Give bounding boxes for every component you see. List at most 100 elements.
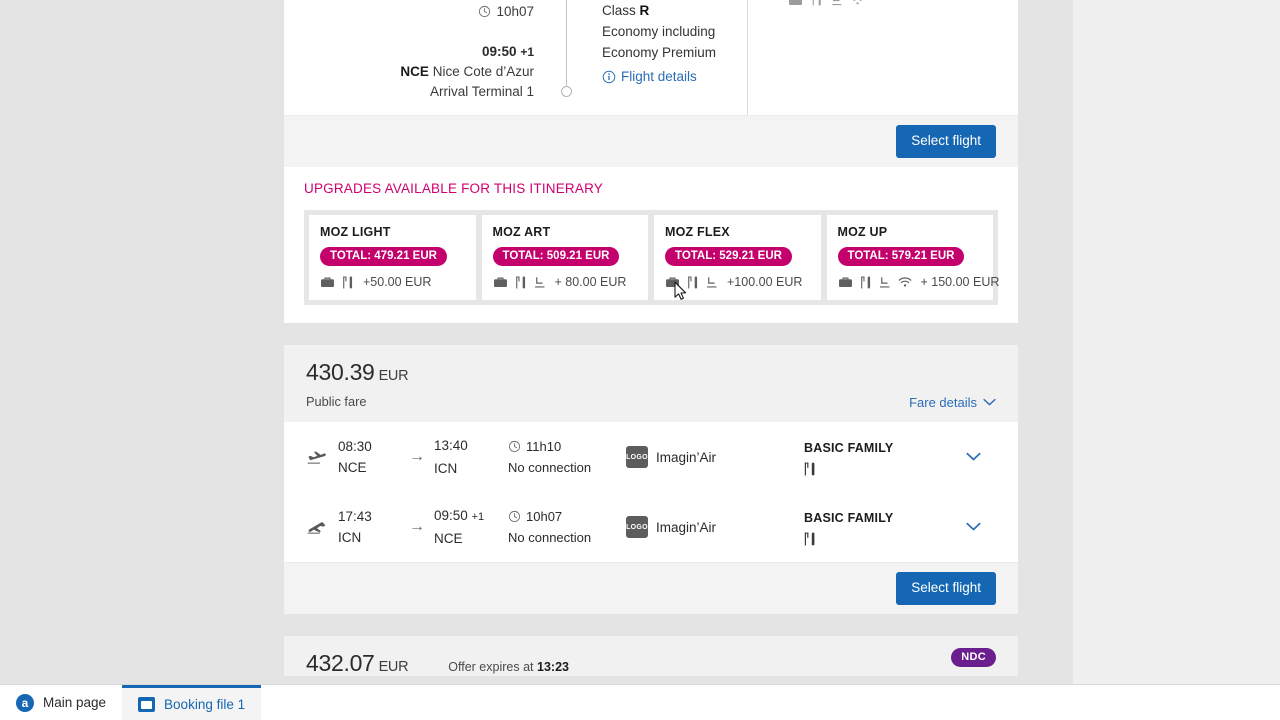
segment-departure-code: ICN — [338, 530, 362, 545]
upgrade-price: + 150.00 EUR — [920, 275, 1000, 289]
timeline-line — [566, 0, 567, 90]
flight-details-link[interactable]: Flight details — [602, 66, 747, 87]
taskbar-item-main-page-label: Main page — [43, 695, 107, 710]
class-label: Class — [602, 3, 636, 18]
fare-offer-next-header: 432.07 EUR Offer expires at 13:23 NDC — [284, 636, 1018, 676]
segment-duration-line: 10h07 — [508, 506, 626, 527]
taskbar-item-booking-file-1-label: Booking file 1 — [164, 696, 246, 712]
taskbar: a Main page Booking file 1 — [0, 684, 1280, 720]
segment-arrival: 13:40 ICN — [434, 435, 508, 479]
screen: 10h07 09:50 +1 NCE Nice Cote d’Azur Arri… — [0, 0, 1280, 720]
arrow-right-icon: → — [409, 448, 425, 465]
segment-brand-name: BASIC FAMILY — [804, 511, 894, 525]
upgrade-features: + 80.00 EUR — [493, 275, 638, 289]
fare-price-next-value: 432.07 — [306, 650, 375, 676]
segment-carrier-block: LOGO Imagin’Air — [626, 446, 804, 468]
fare-offer-card: 430.39 EUR Public fare Fare details 08:3… — [284, 345, 1018, 614]
carrier-logo-icon: LOGO — [626, 446, 648, 468]
wifi-icon — [898, 276, 912, 288]
arrival-time-value: 09:50 — [482, 44, 517, 59]
baggage-icon — [838, 276, 853, 288]
segment-connection: No connection — [508, 530, 592, 545]
segment-arrival-time-line: 13:40 — [434, 435, 508, 458]
upgrades-title: UPGRADES AVAILABLE FOR THIS ITINERARY — [304, 181, 603, 196]
segment-arrival-code: ICN — [434, 461, 458, 476]
select-flight-button-fare[interactable]: Select flight — [896, 572, 996, 605]
takeoff-icon — [306, 448, 338, 466]
select-flight-button-top[interactable]: Select flight — [896, 125, 996, 158]
fare-type: Public fare — [306, 394, 367, 409]
arrival-airport-code: NCE — [400, 64, 429, 79]
arrival-airport-name: Nice Cote d’Azur — [432, 64, 534, 79]
upgrade-card[interactable]: MOZ LIGHT TOTAL: 479.21 EUR +50.00 EUR — [309, 215, 476, 300]
flight-segment-row[interactable]: 08:30 NCE → 13:40 ICN 11h10 No connectio… — [284, 422, 1018, 492]
fare-details-toggle[interactable]: Fare details — [909, 395, 996, 410]
upgrade-features: +50.00 EUR — [320, 275, 465, 289]
meal-icon — [687, 276, 699, 289]
meal-icon — [860, 276, 872, 289]
upgrade-total-badge: TOTAL: 479.21 EUR — [320, 247, 447, 266]
itinerary-arrival-terminal: Arrival Terminal 1 — [429, 84, 534, 99]
upgrade-price: + 80.00 EUR — [554, 275, 627, 289]
select-flight-strip-top: Select flight — [284, 115, 1018, 167]
itinerary-arrival-block: 10h07 09:50 +1 NCE Nice Cote d’Azur Arri… — [304, 0, 552, 115]
segment-carrier-block: LOGO Imagin’Air — [626, 516, 804, 538]
clock-icon — [478, 5, 491, 18]
upgrade-total-badge: TOTAL: 579.21 EUR — [837, 247, 965, 266]
upgrade-price: +100.00 EUR — [727, 275, 803, 289]
fare-details-label: Fare details — [909, 395, 977, 410]
segment-connection: No connection — [508, 460, 592, 475]
segment-arrival-code: NCE — [434, 531, 463, 546]
fare-offer-card-next: 432.07 EUR Offer expires at 13:23 NDC — [284, 636, 1018, 676]
itinerary-amenities-block — [748, 0, 998, 115]
segment-departure-time: 08:30 — [338, 439, 372, 454]
segment-duration: 10h07 — [526, 509, 563, 524]
upgrade-card[interactable]: MOZ FLEX TOTAL: 529.21 EUR +100.00 EUR — [654, 215, 821, 300]
segment-duration-line: 11h10 — [508, 436, 626, 457]
fare-offer-header: 430.39 EUR Public fare Fare details — [284, 345, 1018, 422]
upgrade-features: +100.00 EUR — [665, 275, 810, 289]
taskbar-item-main-page[interactable]: a Main page — [0, 685, 122, 720]
itinerary-duration-text: 10h07 — [496, 4, 534, 19]
segment-arrival-offset: +1 — [471, 511, 485, 523]
upgrades-section: UPGRADES AVAILABLE FOR THIS ITINERARY MO… — [284, 167, 1018, 323]
taskbar-item-booking-file-1[interactable]: Booking file 1 — [122, 685, 262, 720]
segment-arrival-time-line: 09:50 +1 — [434, 505, 508, 528]
clock-icon — [508, 510, 521, 523]
landing-icon — [306, 518, 338, 536]
meal-icon — [804, 462, 966, 476]
upgrade-name: MOZ UP — [837, 225, 888, 239]
segment-brand-block: BASIC FAMILY — [804, 438, 966, 476]
itinerary-class-block: Class R Economy including Economy Premiu… — [582, 0, 748, 115]
itinerary-class: Class R — [602, 0, 747, 21]
segment-carrier-name: Imagin’Air — [656, 449, 717, 465]
segment-departure-code: NCE — [338, 460, 367, 475]
upgrade-total-badge: TOTAL: 509.21 EUR — [492, 247, 620, 266]
booking-file-icon — [138, 696, 156, 712]
seat-icon — [879, 276, 891, 289]
fare-price-next: 432.07 EUR — [306, 650, 409, 677]
segment-expand-chevron[interactable] — [966, 522, 996, 532]
segment-expand-chevron[interactable] — [966, 452, 996, 462]
timeline-endpoint-dot — [561, 86, 572, 97]
offer-expiry-label: Offer expires at — [448, 660, 534, 674]
ndc-badge: NDC — [951, 648, 996, 667]
upgrade-price: +50.00 EUR — [363, 275, 432, 289]
right-panel-background — [1073, 0, 1280, 684]
upgrade-card[interactable]: MOZ ART TOTAL: 509.21 EUR + 80.00 EUR — [481, 215, 648, 300]
itinerary-duration: 10h07 — [304, 0, 534, 19]
upgrade-features: + 150.00 EUR — [838, 275, 999, 289]
fare-currency-next: EUR — [378, 659, 409, 675]
select-flight-strip-fare: Select flight — [284, 562, 1018, 614]
upgrade-card[interactable]: MOZ UP TOTAL: 579.21 EUR + 150.00 EUR — [826, 215, 999, 300]
upgrade-name: MOZ FLEX — [665, 225, 730, 239]
arrow-right-icon: → — [409, 518, 425, 535]
itinerary-amenities-icons-cutoff — [788, 0, 864, 6]
amadeus-a-icon: a — [16, 693, 34, 712]
segment-brand-name: BASIC FAMILY — [804, 441, 894, 455]
itinerary-card-top: 10h07 09:50 +1 NCE Nice Cote d’Azur Arri… — [284, 0, 1018, 323]
flight-segment-row[interactable]: 17:43 ICN → 09:50 +1 NCE 10h07 No connec… — [284, 492, 1018, 562]
fare-price-value: 430.39 — [306, 359, 375, 385]
segment-duration: 11h10 — [526, 439, 562, 454]
segment-departure: 17:43 ICN — [338, 506, 400, 548]
